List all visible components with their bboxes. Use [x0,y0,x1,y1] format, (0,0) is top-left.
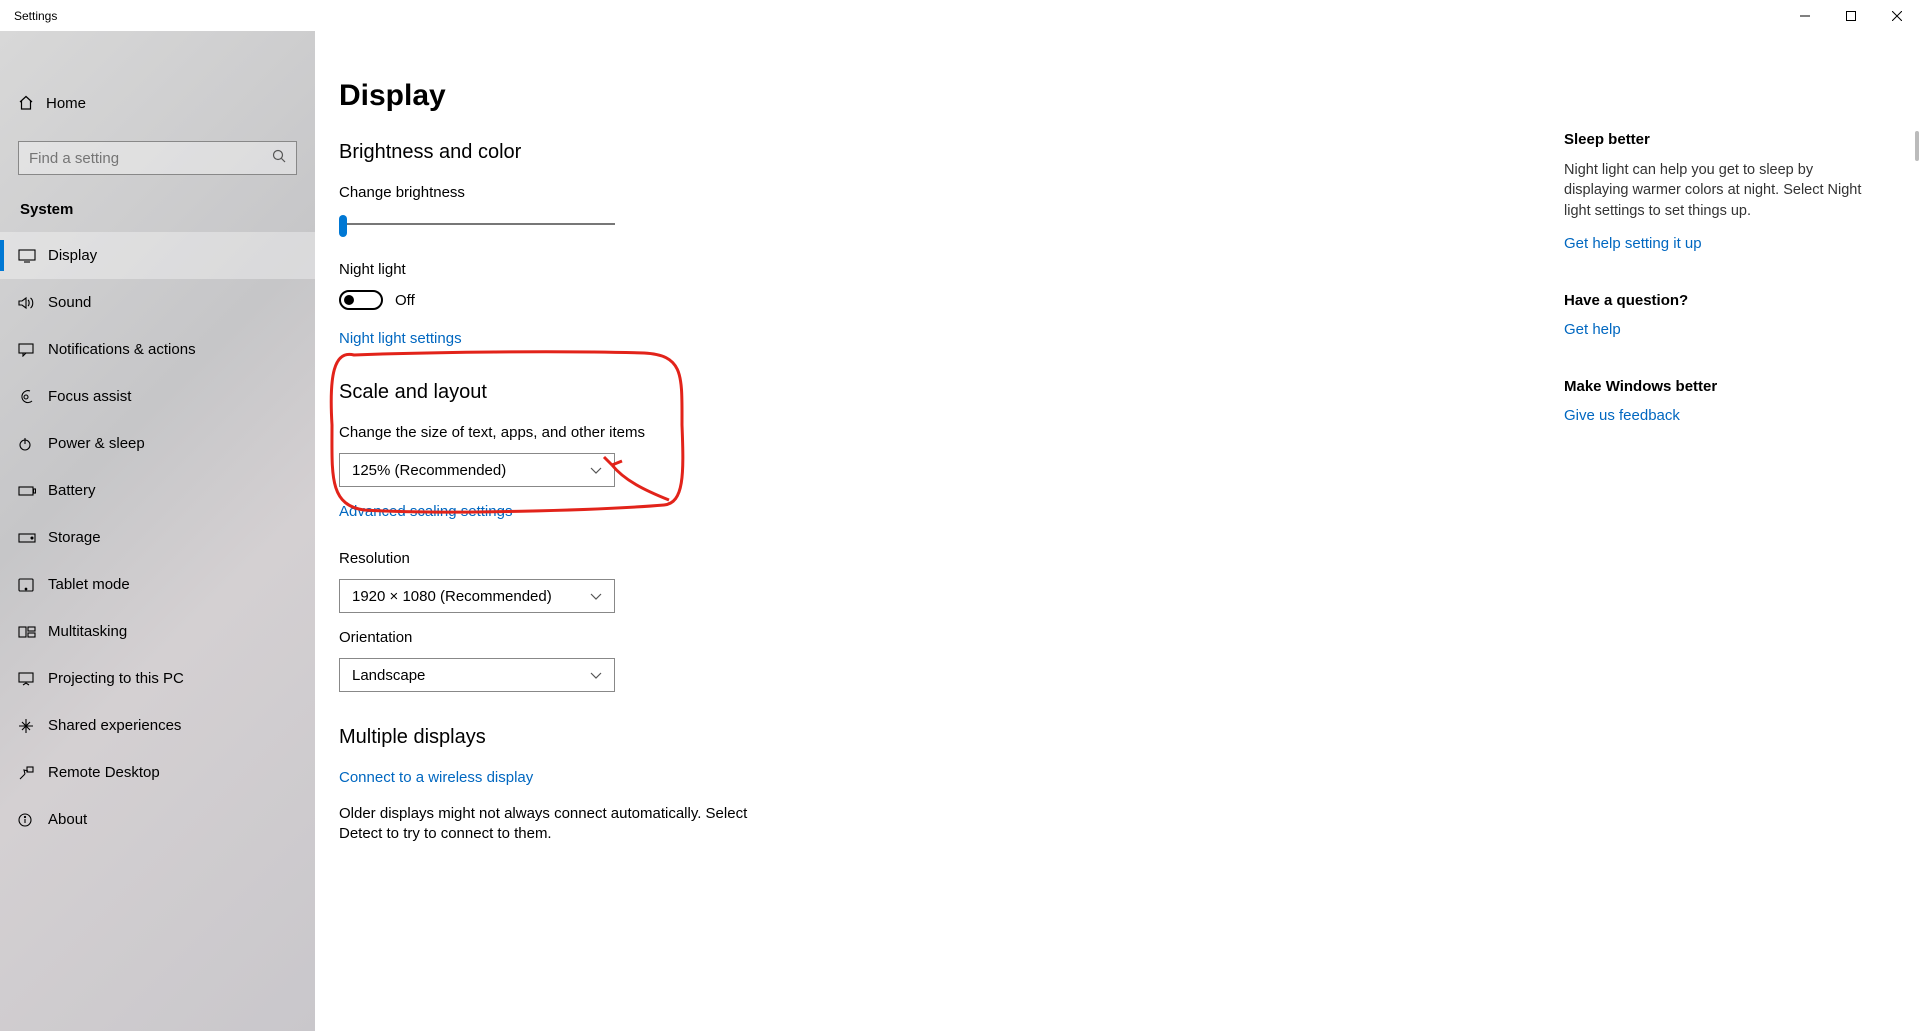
sleep-better-text: Night light can help you get to sleep by… [1564,160,1876,221]
sidebar-item-label: Multitasking [48,623,127,640]
window-title: Settings [14,9,57,23]
sleep-better-heading: Sleep better [1564,131,1876,148]
chevron-down-icon [590,667,602,684]
wireless-display-link[interactable]: Connect to a wireless display [339,769,533,786]
sidebar-item-label: Display [48,247,97,264]
sound-icon [18,296,48,310]
power-icon [18,437,48,451]
search-input[interactable] [29,150,272,167]
home-icon [18,95,46,111]
sidebar-item-label: Power & sleep [48,435,145,452]
orientation-value: Landscape [352,667,425,684]
resolution-label: Resolution [339,550,1169,567]
sidebar-item-battery[interactable]: Battery [0,467,315,514]
sidebar-item-multitasking[interactable]: Multitasking [0,608,315,655]
focus-assist-icon [18,389,48,405]
sidebar: Home System Display Sound Notifications … [0,31,315,1031]
feedback-heading: Make Windows better [1564,378,1876,395]
night-light-label: Night light [339,261,1169,278]
notifications-icon [18,343,48,357]
sidebar-item-sound[interactable]: Sound [0,279,315,326]
sidebar-item-storage[interactable]: Storage [0,514,315,561]
search-box[interactable] [18,141,297,175]
scale-value: 125% (Recommended) [352,462,506,479]
sidebar-item-shared[interactable]: Shared experiences [0,702,315,749]
right-pane: Sleep better Night light can help you ge… [1564,131,1876,464]
chevron-down-icon [590,462,602,479]
toggle-knob [344,295,354,305]
sidebar-item-display[interactable]: Display [0,232,315,279]
feedback-link[interactable]: Give us feedback [1564,407,1680,424]
sidebar-item-label: Projecting to this PC [48,670,184,687]
sidebar-item-focus-assist[interactable]: Focus assist [0,373,315,420]
sidebar-item-tablet[interactable]: Tablet mode [0,561,315,608]
sidebar-item-label: Sound [48,294,91,311]
chevron-down-icon [590,588,602,605]
minimize-button[interactable] [1782,0,1828,31]
sidebar-item-label: Battery [48,482,96,499]
sleep-help-link[interactable]: Get help setting it up [1564,235,1702,252]
multiple-displays-title: Multiple displays [339,726,1169,749]
scrollbar[interactable] [1914,31,1920,1031]
storage-icon [18,533,48,543]
slider-track [339,223,615,225]
question-heading: Have a question? [1564,292,1876,309]
about-icon [18,813,48,827]
titlebar: Settings [0,0,1920,31]
page-title: Display [339,79,1169,113]
remote-icon [18,766,48,780]
shared-icon [18,718,48,734]
main-content: Display Brightness and color Change brig… [315,31,1920,1031]
sidebar-item-notifications[interactable]: Notifications & actions [0,326,315,373]
battery-icon [18,486,48,496]
home-nav[interactable]: Home [0,83,315,123]
sidebar-item-label: Notifications & actions [48,341,196,358]
sidebar-item-power[interactable]: Power & sleep [0,420,315,467]
scale-section-title: Scale and layout [339,381,1169,404]
home-label: Home [46,95,86,112]
sidebar-item-label: Tablet mode [48,576,130,593]
sidebar-item-label: Remote Desktop [48,764,160,781]
brightness-slider[interactable] [339,213,615,237]
scale-dropdown[interactable]: 125% (Recommended) [339,453,615,487]
older-displays-text: Older displays might not always connect … [339,804,759,845]
brightness-label: Change brightness [339,184,1169,201]
sidebar-item-label: About [48,811,87,828]
scale-label: Change the size of text, apps, and other… [339,424,1169,441]
search-icon [272,149,286,167]
sidebar-item-label: Shared experiences [48,717,181,734]
projecting-icon [18,672,48,686]
sidebar-section-title: System [0,201,315,232]
sidebar-item-label: Focus assist [48,388,131,405]
orientation-label: Orientation [339,629,1169,646]
multitasking-icon [18,626,48,638]
close-button[interactable] [1874,0,1920,31]
get-help-link[interactable]: Get help [1564,321,1621,338]
maximize-button[interactable] [1828,0,1874,31]
orientation-dropdown[interactable]: Landscape [339,658,615,692]
window-controls [1782,0,1920,31]
advanced-scaling-link[interactable]: Advanced scaling settings [339,503,512,520]
sidebar-item-remote[interactable]: Remote Desktop [0,749,315,796]
resolution-dropdown[interactable]: 1920 × 1080 (Recommended) [339,579,615,613]
night-light-state: Off [395,292,415,309]
sidebar-item-label: Storage [48,529,101,546]
sidebar-item-projecting[interactable]: Projecting to this PC [0,655,315,702]
display-icon [18,249,48,263]
night-light-toggle[interactable] [339,290,383,310]
tablet-icon [18,578,48,592]
resolution-value: 1920 × 1080 (Recommended) [352,588,552,605]
brightness-section-title: Brightness and color [339,141,1169,164]
slider-thumb[interactable] [339,215,347,237]
sidebar-item-about[interactable]: About [0,796,315,843]
night-light-settings-link[interactable]: Night light settings [339,330,462,347]
